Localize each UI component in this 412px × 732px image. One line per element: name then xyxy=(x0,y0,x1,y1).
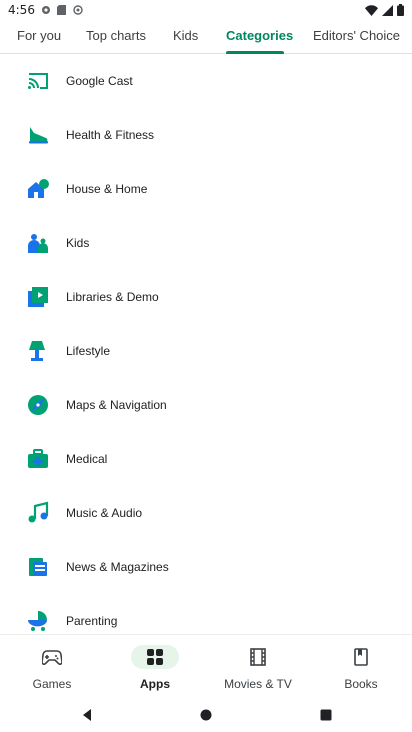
lamp-icon xyxy=(29,341,45,361)
bottom-nav-apps[interactable]: Apps xyxy=(128,635,182,701)
status-bar: 4:56 xyxy=(0,0,412,20)
battery-icon xyxy=(397,4,404,16)
tab-top-charts[interactable]: Top charts xyxy=(86,28,146,43)
category-list[interactable]: Google Cast Health & Fitness House & Hom… xyxy=(0,54,412,634)
system-navigation-bar xyxy=(0,700,412,732)
sd-card-icon xyxy=(56,5,66,15)
category-label: House & Home xyxy=(66,182,148,196)
category-label: Health & Fitness xyxy=(66,128,155,142)
medical-kit-icon xyxy=(28,449,48,468)
category-house-home[interactable]: House & Home xyxy=(0,162,412,216)
circle-icon xyxy=(41,6,50,14)
top-tab-bar: For you Top charts Kids Categories Edito… xyxy=(0,20,412,54)
category-parenting[interactable]: Parenting xyxy=(0,594,412,634)
film-icon xyxy=(250,648,266,666)
bottom-nav-label: Books xyxy=(344,677,378,691)
bottom-nav-books[interactable]: Books xyxy=(336,635,386,701)
tab-categories[interactable]: Categories xyxy=(226,28,293,43)
compass-icon xyxy=(28,395,48,415)
category-news-magazines[interactable]: News & Magazines xyxy=(0,540,412,594)
wifi-icon xyxy=(73,5,83,15)
sneaker-icon xyxy=(29,127,48,144)
category-medical[interactable]: Medical xyxy=(0,432,412,486)
cast-icon xyxy=(28,73,48,89)
bottom-nav-games[interactable]: Games xyxy=(27,635,77,701)
tab-kids[interactable]: Kids xyxy=(173,28,198,43)
category-maps-navigation[interactable]: Maps & Navigation xyxy=(0,378,412,432)
category-label: Music & Audio xyxy=(66,506,143,520)
bottom-nav-label: Apps xyxy=(140,677,170,691)
category-google-cast[interactable]: Google Cast xyxy=(0,54,412,108)
category-label: Kids xyxy=(66,236,90,250)
category-label: News & Magazines xyxy=(66,560,169,574)
bottom-navigation: Games Apps Movies & TV Books xyxy=(0,634,412,700)
back-icon[interactable] xyxy=(80,708,94,722)
recents-icon[interactable] xyxy=(319,708,333,722)
category-label: Libraries & Demo xyxy=(66,290,159,304)
category-health-fitness[interactable]: Health & Fitness xyxy=(0,108,412,162)
status-time: 4:56 xyxy=(8,3,35,17)
gamepad-icon xyxy=(42,650,62,665)
category-music-audio[interactable]: Music & Audio xyxy=(0,486,412,540)
category-label: Parenting xyxy=(66,614,118,628)
libraries-icon xyxy=(28,287,48,307)
stroller-icon xyxy=(28,611,47,631)
tab-editors-choice[interactable]: Editors' Choice xyxy=(313,28,400,43)
category-label: Medical xyxy=(66,452,108,466)
category-libraries-demo[interactable]: Libraries & Demo xyxy=(0,270,412,324)
bottom-nav-label: Games xyxy=(32,677,72,691)
bottom-nav-movies-tv[interactable]: Movies & TV xyxy=(218,635,298,701)
home-icon[interactable] xyxy=(199,708,213,722)
house-icon xyxy=(28,179,49,198)
kids-icon xyxy=(28,234,48,253)
category-label: Google Cast xyxy=(66,74,133,88)
wifi-icon xyxy=(365,4,378,16)
apps-grid-icon xyxy=(147,649,163,665)
news-icon xyxy=(29,558,47,576)
book-icon xyxy=(354,648,368,666)
bottom-nav-label: Movies & TV xyxy=(224,677,292,691)
category-label: Maps & Navigation xyxy=(66,398,167,412)
tab-for-you[interactable]: For you xyxy=(17,28,61,43)
category-label: Lifestyle xyxy=(66,344,111,358)
category-lifestyle[interactable]: Lifestyle xyxy=(0,324,412,378)
category-kids[interactable]: Kids xyxy=(0,216,412,270)
music-note-icon xyxy=(28,501,49,523)
signal-icon xyxy=(382,4,393,16)
